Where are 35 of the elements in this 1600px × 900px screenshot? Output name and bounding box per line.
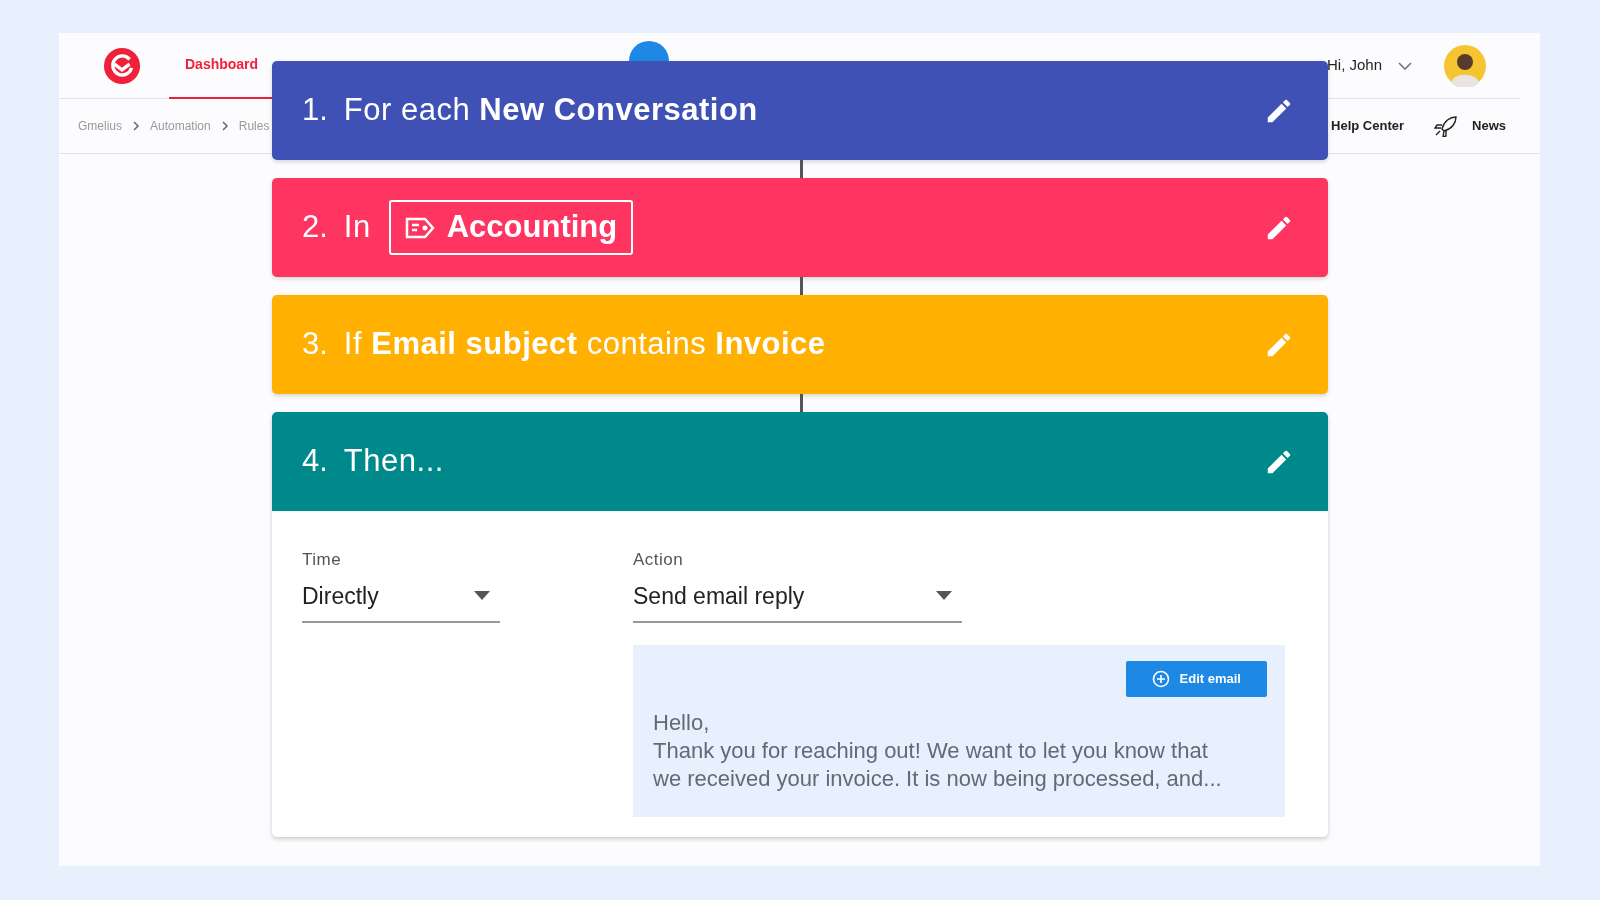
- user-greeting[interactable]: Hi, John: [1326, 54, 1382, 77]
- logo-icon[interactable]: [103, 46, 141, 85]
- chevron-right-icon: [132, 121, 140, 131]
- dropdown-field[interactable]: Send email reply: [633, 572, 962, 623]
- step-number: 1.: [302, 91, 328, 130]
- step-number: 3.: [302, 325, 328, 364]
- step-text: Then...: [343, 442, 444, 481]
- email-body: Hello, Thank you for reaching out! We want to let you know that we received your invoice. It is now being processed, and...: [653, 708, 1223, 793]
- step-card[interactable]: 1. For each New Conversation: [272, 61, 1328, 160]
- chevron-down-icon[interactable]: [1398, 60, 1412, 71]
- chevron-right-icon: [220, 121, 229, 131]
- breadcrumb-link[interactable]: Rules: [238, 117, 270, 135]
- add-circle-icon: [1151, 669, 1170, 688]
- step-number: 4.: [302, 442, 328, 481]
- step-card[interactable]: 4. Then...: [272, 412, 1328, 511]
- header-link[interactable]: Help Center: [1325, 115, 1411, 137]
- step-text: In: [343, 208, 371, 247]
- header-link[interactable]: News: [1466, 115, 1512, 137]
- tag-chip[interactable]: Accounting: [388, 200, 634, 255]
- step-card[interactable]: 2. In Accounting: [272, 178, 1328, 277]
- avatar[interactable]: [1444, 44, 1486, 87]
- step-number: 2.: [302, 208, 328, 247]
- tag-icon: [404, 215, 435, 240]
- dropdown-arrow-icon: [936, 591, 952, 601]
- step-text: For each New Conversation: [343, 91, 758, 130]
- field-label: Time: [302, 549, 343, 571]
- field-label: Action: [633, 549, 685, 571]
- breadcrumb-link[interactable]: Gmelius: [78, 117, 122, 135]
- dropdown-field[interactable]: Directly: [302, 572, 500, 623]
- breadcrumb-link[interactable]: Automation: [150, 117, 211, 135]
- add-button[interactable]: [629, 41, 670, 61]
- dropdown-arrow-icon: [474, 591, 490, 601]
- step-text: If Email subject contains Invoice: [343, 325, 826, 364]
- edit-email-button[interactable]: Edit email: [1125, 661, 1267, 697]
- rocket-icon: [1434, 115, 1459, 137]
